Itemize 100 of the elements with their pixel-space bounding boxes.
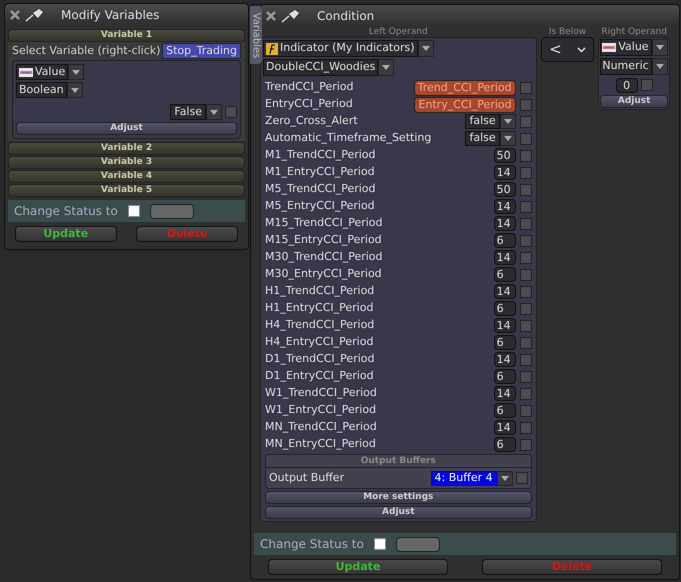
number-field[interactable]: 14 xyxy=(494,165,516,180)
checkbox[interactable] xyxy=(520,438,532,450)
parameter-name: D1_TrendCCI_Period xyxy=(265,351,376,368)
number-field[interactable]: 6 xyxy=(494,301,516,316)
checkbox[interactable] xyxy=(520,388,532,400)
checkbox[interactable] xyxy=(520,218,532,230)
parameter-name: M15_TrendCCI_Period xyxy=(265,215,384,232)
checkbox[interactable] xyxy=(520,268,532,280)
checkbox[interactable] xyxy=(520,82,532,94)
parameter-name: D1_EntryCCI_Period xyxy=(265,368,375,384)
source-dropdown[interactable]: Value xyxy=(600,39,652,56)
checkbox[interactable] xyxy=(640,79,653,91)
checkbox[interactable] xyxy=(520,150,532,162)
parameter-name: M5_EntryCCI_Period xyxy=(265,198,376,214)
operator-heading: Is Below xyxy=(548,27,588,37)
parameter-name: M15_EntryCCI_Period xyxy=(265,232,383,248)
value-icon xyxy=(19,68,33,76)
parameter-name: Zero_Cross_Alert xyxy=(265,113,359,130)
close-icon[interactable] xyxy=(9,9,21,21)
state-dropdown[interactable]: false xyxy=(465,114,500,129)
checkbox[interactable] xyxy=(374,538,386,550)
update-button[interactable]: Update xyxy=(14,226,117,242)
checkbox[interactable] xyxy=(128,205,140,217)
bar-button[interactable]: More settings xyxy=(265,491,532,504)
source-dropdown[interactable]: Value xyxy=(16,64,68,80)
checkbox[interactable] xyxy=(520,116,532,128)
number-field[interactable]: 14 xyxy=(494,216,516,231)
parameter-name: MN_TrendCCI_Period xyxy=(265,419,378,436)
number-field[interactable]: 14 xyxy=(494,318,516,333)
indicator-source-dropdown[interactable]: Indicator (My Indicators) xyxy=(263,40,418,57)
checkbox[interactable] xyxy=(516,472,528,484)
window-title: Modify Variables xyxy=(61,7,160,24)
number-field[interactable]: 6 xyxy=(494,267,516,282)
number-field[interactable]: 14 xyxy=(494,386,516,401)
checkbox[interactable] xyxy=(520,354,532,366)
number-field[interactable]: 14 xyxy=(494,284,516,299)
checkbox[interactable] xyxy=(225,106,237,118)
number-field[interactable]: 6 xyxy=(494,437,516,452)
indicator-dropdown[interactable]: DoubleCCI_Woodies xyxy=(263,59,378,76)
window-title: Condition xyxy=(317,8,374,25)
right-operand-heading: Right Operand xyxy=(600,27,668,37)
number-field[interactable]: 6 xyxy=(494,233,516,248)
select-variable-label: Select Variable (right-click) xyxy=(12,42,160,59)
variable-name-field[interactable]: Stop_Trading xyxy=(162,43,241,59)
parameter-name: M5_TrendCCI_Period xyxy=(265,181,376,198)
number-field[interactable]: 14 xyxy=(494,250,516,265)
update-button[interactable]: Update xyxy=(268,559,448,575)
number-field[interactable]: 0 xyxy=(616,78,638,92)
close-icon[interactable] xyxy=(265,10,277,22)
checkbox[interactable] xyxy=(520,252,532,264)
checkbox[interactable] xyxy=(520,370,532,382)
status-color-field[interactable] xyxy=(396,536,440,552)
number-field[interactable]: 14 xyxy=(494,420,516,435)
status-color-field[interactable] xyxy=(150,204,194,218)
number-field[interactable]: 6 xyxy=(494,335,516,350)
parameter-name: M30_EntryCCI_Period xyxy=(265,266,383,282)
parameter-name: TrendCCI_Period xyxy=(265,79,355,96)
output-buffer-dropdown[interactable]: 4: Buffer 4 xyxy=(430,470,497,486)
bar-button[interactable]: Adjust xyxy=(16,122,237,135)
checkbox[interactable] xyxy=(520,404,532,416)
parameter-name: W1_EntryCCI_Period xyxy=(265,402,378,418)
pin-icon[interactable] xyxy=(281,9,301,23)
checkbox[interactable] xyxy=(520,98,532,110)
checkbox[interactable] xyxy=(520,166,532,178)
number-field[interactable]: 6 xyxy=(494,403,516,418)
section-header[interactable]: Variable 5 xyxy=(8,184,245,197)
state-dropdown[interactable]: false xyxy=(465,131,500,146)
side-tab[interactable]: Variables xyxy=(250,6,262,64)
bar-button[interactable]: Adjust xyxy=(600,95,668,108)
parameter-name: M30_TrendCCI_Period xyxy=(265,249,384,266)
number-field[interactable]: 14 xyxy=(494,199,516,214)
parameter-name: H1_EntryCCI_Period xyxy=(265,300,374,316)
type-dropdown[interactable]: Numeric xyxy=(600,58,652,75)
section-header[interactable]: Variable 2 xyxy=(8,142,245,155)
checkbox[interactable] xyxy=(520,422,532,434)
parameter-name: EntryCCI_Period xyxy=(265,96,354,112)
number-field[interactable]: 50 xyxy=(494,148,516,163)
checkbox[interactable] xyxy=(520,320,532,332)
checkbox[interactable] xyxy=(520,184,532,196)
checkbox[interactable] xyxy=(520,302,532,314)
checkbox[interactable] xyxy=(520,336,532,348)
section-header[interactable]: Variable 1 xyxy=(8,29,245,42)
operator-dropdown[interactable]: < xyxy=(540,37,594,62)
pin-icon[interactable] xyxy=(25,8,45,22)
checkbox[interactable] xyxy=(520,286,532,298)
section-header[interactable]: Variable 4 xyxy=(8,170,245,183)
state-dropdown[interactable]: False xyxy=(170,104,206,120)
parameter-name: H4_EntryCCI_Period xyxy=(265,334,374,350)
number-field[interactable]: 6 xyxy=(494,369,516,384)
checkbox[interactable] xyxy=(520,234,532,246)
output-buffer-label: Output Buffer xyxy=(269,470,346,486)
number-field[interactable]: 50 xyxy=(494,182,516,197)
checkbox[interactable] xyxy=(520,200,532,212)
output-buffers-heading: Output Buffers xyxy=(266,455,531,468)
checkbox[interactable] xyxy=(520,132,532,144)
type-dropdown[interactable]: Boolean xyxy=(16,82,67,98)
section-header[interactable]: Variable 3 xyxy=(8,156,245,169)
bar-button[interactable]: Adjust xyxy=(265,506,532,519)
parameter-name: W1_TrendCCI_Period xyxy=(265,385,378,402)
number-field[interactable]: 14 xyxy=(494,352,516,367)
